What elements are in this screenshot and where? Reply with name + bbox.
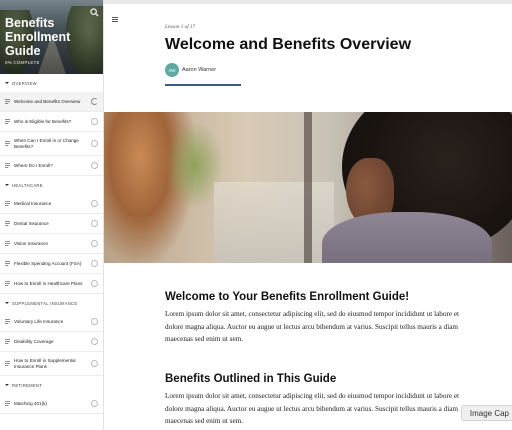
- sidebar-lesson-item[interactable]: Where Do I Enroll?: [0, 156, 103, 176]
- section-heading[interactable]: SUPPLEMENTAL INSURANCE: [0, 294, 103, 312]
- sidebar-lesson-item[interactable]: Vision Insurance: [0, 234, 103, 254]
- menu-toggle-button[interactable]: [112, 9, 118, 22]
- caret-down-icon: [5, 302, 9, 304]
- section-heading-label: SUPPLEMENTAL INSURANCE: [12, 300, 78, 306]
- sidebar-lesson-item[interactable]: Matching 401(k): [0, 394, 103, 414]
- sidebar-lesson-label: Who is Eligible for Benefits?: [14, 118, 72, 124]
- hamburger-icon: [112, 17, 118, 22]
- document-icon: [5, 319, 10, 324]
- course-progress: 0% COMPLETE: [5, 60, 40, 65]
- sidebar-lesson-item[interactable]: Flexible Spending Account (FSA): [0, 254, 103, 274]
- section-heading-label: OVERVIEW: [12, 80, 37, 86]
- sidebar-lesson-label: When Can I Enroll in or Change Benefits?: [14, 137, 79, 149]
- incomplete-circle-icon: [91, 140, 98, 147]
- section-heading-label: HEALTHCARE: [12, 182, 43, 188]
- search-icon: [90, 8, 99, 17]
- page-title: Welcome and Benefits Overview: [165, 36, 412, 53]
- sidebar-lesson-item[interactable]: Dental Insurance: [0, 214, 103, 234]
- incomplete-circle-icon: [91, 240, 98, 247]
- incomplete-circle-icon: [91, 118, 98, 125]
- sidebar-lesson-label: Medical Insurance: [14, 200, 52, 206]
- sidebar-lesson-label: Where Do I Enroll?: [14, 162, 53, 168]
- section-body-benefits: Lorem ipsum dolor sit amet, consectetur …: [165, 392, 460, 425]
- sidebar-lesson-item[interactable]: How to Enroll in Healthcare Plans: [0, 274, 103, 294]
- document-icon: [5, 119, 10, 124]
- sidebar-lesson-item[interactable]: Welcome and Benefits Overview: [0, 92, 103, 112]
- in-progress-icon: [91, 98, 98, 105]
- sidebar-lesson-label: Disability Coverage: [14, 338, 54, 344]
- document-icon: [5, 361, 10, 366]
- sidebar-lesson-item[interactable]: Who is Eligible for Benefits?: [0, 112, 103, 132]
- section-heading-benefits: Benefits Outlined in This Guide: [165, 373, 337, 385]
- incomplete-circle-icon: [91, 318, 98, 325]
- document-icon: [5, 241, 10, 246]
- section-heading-label: RETIREMENT: [12, 382, 43, 388]
- title-divider: [165, 84, 241, 86]
- incomplete-circle-icon: [91, 360, 98, 367]
- lesson-content: Lesson 1 of 17 Welcome and Benefits Over…: [104, 0, 512, 430]
- sidebar-lesson-label: Voluntary Life Insurance: [14, 318, 64, 324]
- incomplete-circle-icon: [91, 338, 98, 345]
- incomplete-circle-icon: [91, 162, 98, 169]
- incomplete-circle-icon: [91, 400, 98, 407]
- sidebar-lesson-item[interactable]: When Can I Enroll in or Change Benefits?: [0, 132, 103, 156]
- hero-image: [104, 112, 512, 263]
- incomplete-circle-icon: [91, 260, 98, 267]
- lesson-list: OVERVIEW Welcome and Benefits Overview Who…: [0, 74, 103, 414]
- document-icon: [5, 163, 10, 168]
- document-icon: [5, 339, 10, 344]
- sidebar-lesson-label: How to Enroll in Healthcare Plans: [14, 280, 83, 286]
- sidebar-lesson-label: How to Enroll in Supplemental Insurance …: [14, 357, 76, 369]
- section-heading[interactable]: HEALTHCARE: [0, 176, 103, 194]
- document-icon: [5, 281, 10, 286]
- document-icon: [5, 401, 10, 406]
- sidebar-lesson-label: Flexible Spending Account (FSA): [14, 260, 82, 266]
- section-heading[interactable]: RETIREMENT: [0, 376, 103, 394]
- document-icon: [5, 221, 10, 226]
- document-icon: [5, 201, 10, 206]
- sidebar-lesson-item[interactable]: Voluntary Life Insurance: [0, 312, 103, 332]
- sidebar-lesson-label: Vision Insurance: [14, 240, 48, 246]
- caret-down-icon: [5, 82, 9, 84]
- section-heading-welcome: Welcome to Your Benefits Enrollment Guid…: [165, 291, 410, 303]
- course-title: Benefits Enrollment Guide: [5, 16, 71, 58]
- document-icon: [5, 99, 10, 104]
- sidebar-lesson-item[interactable]: Disability Coverage: [0, 332, 103, 352]
- avatar: AW: [165, 63, 179, 77]
- lesson-count: Lesson 1 of 17: [165, 24, 196, 30]
- sidebar-lesson-label: Welcome and Benefits Overview: [14, 98, 81, 104]
- author-name: Aaron Warner: [182, 67, 217, 73]
- sidebar-lesson-item[interactable]: Medical Insurance: [0, 194, 103, 214]
- document-icon: [5, 261, 10, 266]
- search-button[interactable]: [90, 4, 99, 17]
- top-progress-bar: [104, 0, 512, 4]
- sidebar-lesson-label: Dental Insurance: [14, 220, 49, 226]
- caret-down-icon: [5, 384, 9, 386]
- sidebar-lesson-label: Matching 401(k): [14, 400, 47, 406]
- incomplete-circle-icon: [91, 280, 98, 287]
- author: AW Aaron Warner: [165, 63, 216, 77]
- section-heading[interactable]: OVERVIEW: [0, 74, 103, 92]
- incomplete-circle-icon: [91, 220, 98, 227]
- section-body-welcome: Lorem ipsum dolor sit amet, consectetur …: [165, 310, 460, 343]
- course-sidebar: Benefits Enrollment Guide 0% COMPLETE OV…: [0, 0, 104, 430]
- course-hero: Benefits Enrollment Guide 0% COMPLETE: [0, 0, 103, 74]
- incomplete-circle-icon: [91, 200, 98, 207]
- sidebar-lesson-item[interactable]: How to Enroll in Supplemental Insurance …: [0, 352, 103, 376]
- image-caption-tab[interactable]: Image Cap: [460, 405, 512, 421]
- caret-down-icon: [5, 184, 9, 186]
- document-icon: [5, 141, 10, 146]
